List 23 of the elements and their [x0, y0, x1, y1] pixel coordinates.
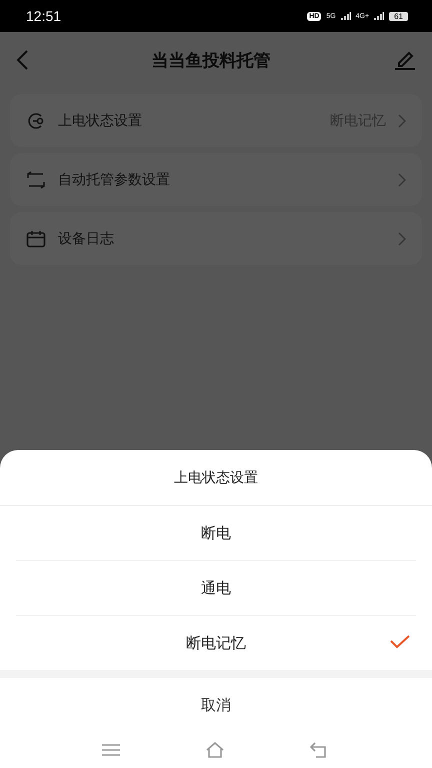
- calendar-icon: [26, 230, 46, 248]
- status-time: 12:51: [26, 8, 62, 24]
- row-label: 设备日志: [58, 230, 115, 248]
- loop-arrows-icon: [26, 170, 46, 188]
- row-label: 上电状态设置: [58, 112, 143, 130]
- power-plug-icon: [26, 110, 46, 130]
- sheet-title: 上电状态设置: [0, 450, 432, 506]
- chevron-right-icon: [398, 114, 406, 128]
- option-item[interactable]: 通电: [16, 561, 416, 616]
- option-item[interactable]: 断电记忆: [16, 616, 416, 670]
- signal-icon: [374, 12, 384, 20]
- back-icon[interactable]: [16, 50, 28, 70]
- row-label: 自动托管参数设置: [58, 170, 171, 188]
- home-icon[interactable]: [204, 742, 225, 758]
- chevron-right-icon: [398, 232, 406, 246]
- pencil-icon[interactable]: [394, 50, 416, 70]
- chevron-right-icon: [398, 172, 406, 186]
- battery-level: 61: [389, 12, 408, 20]
- option-item[interactable]: 断电: [16, 506, 416, 561]
- page-title: 当当鱼投料托管: [152, 50, 270, 72]
- menu-icon[interactable]: [102, 744, 120, 756]
- signal-icon: [340, 12, 351, 20]
- checkmark-icon: [390, 635, 410, 649]
